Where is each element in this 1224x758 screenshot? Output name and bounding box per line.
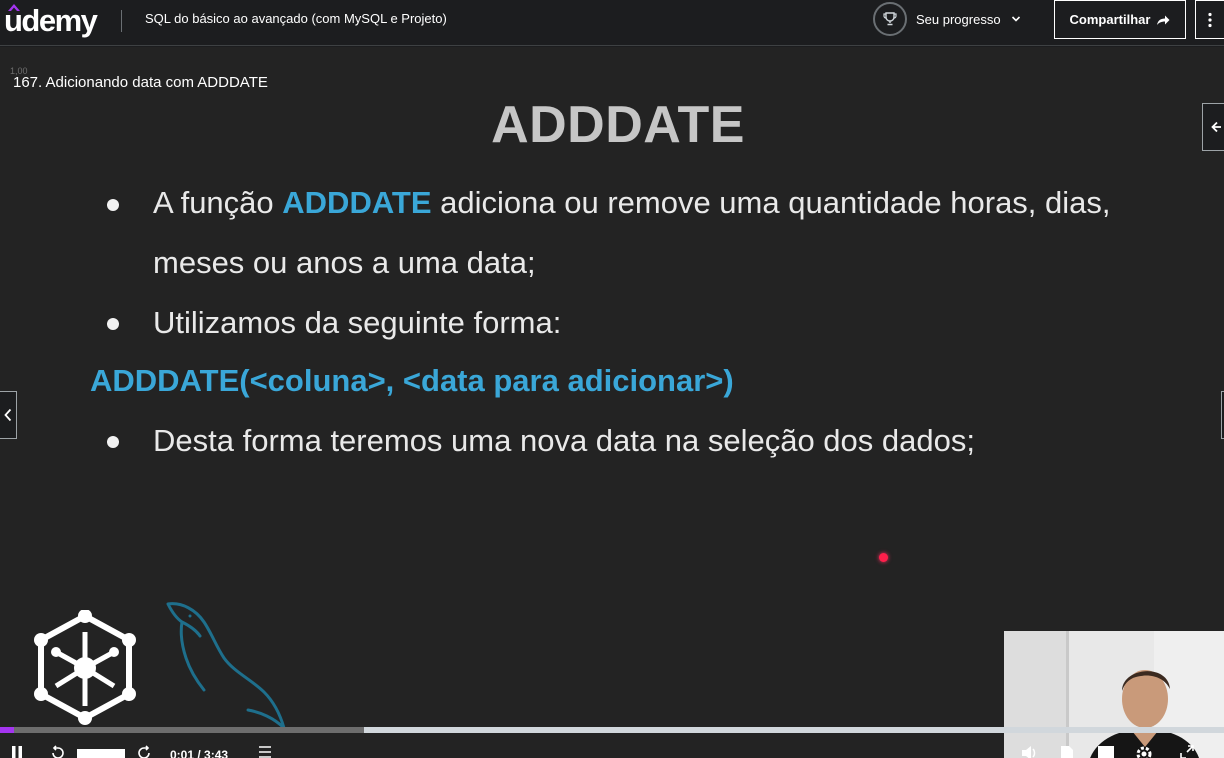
- forward-icon[interactable]: [136, 745, 152, 758]
- top-navigation-bar: udemy SQL do básico ao avançado (com MyS…: [0, 0, 1224, 46]
- mysql-dolphin-logo: [166, 602, 286, 730]
- course-content-toggle[interactable]: [1202, 103, 1224, 151]
- progress-played: [0, 727, 14, 733]
- bullet-dot: [107, 318, 119, 330]
- rewind-icon[interactable]: [50, 745, 66, 758]
- course-title[interactable]: SQL do básico ao avançado (com MySQL e P…: [145, 11, 447, 27]
- chevron-down-icon: [1011, 16, 1020, 22]
- share-arrow-icon: [1157, 15, 1170, 25]
- volume-icon[interactable]: [1021, 745, 1039, 758]
- slide-bullet-1: A função ADDDATE adiciona ou remove uma …: [153, 185, 1111, 221]
- more-options-button[interactable]: [1195, 0, 1224, 39]
- video-player[interactable]: 1,00 167. Adicionando data com ADDDATE A…: [0, 47, 1224, 758]
- play-pause-icon[interactable]: [11, 745, 23, 758]
- progress-buffered: [0, 727, 364, 733]
- bullet1-highlight: ADDDATE: [282, 185, 432, 220]
- time-display: 0:01 / 3:43: [170, 748, 229, 758]
- share-button[interactable]: Compartilhar: [1054, 0, 1186, 39]
- more-vertical-icon: [1208, 12, 1212, 27]
- udemy-logo[interactable]: udemy: [4, 4, 100, 38]
- notes-icon[interactable]: [258, 745, 272, 758]
- playback-rate-button[interactable]: [77, 749, 125, 758]
- slide-title: ADDDATE: [491, 96, 745, 154]
- video-progress-bar[interactable]: [0, 727, 1224, 733]
- lecture-title: 167. Adicionando data com ADDDATE: [13, 74, 268, 91]
- laser-pointer-dot: [879, 553, 888, 562]
- bullet-dot: [107, 436, 119, 448]
- bullet-dot: [107, 199, 119, 211]
- arrow-left-icon: [1210, 121, 1221, 133]
- logo-hat-icon: [8, 4, 20, 11]
- share-label: Compartilhar: [1069, 12, 1151, 27]
- captions-icon[interactable]: [1097, 745, 1115, 758]
- header-divider: [121, 10, 122, 32]
- player-controls: 0:01 / 3:43: [0, 737, 1224, 758]
- network-cube-logo: [34, 610, 136, 725]
- chevron-left-icon: [4, 408, 12, 422]
- slide-bullet-1-line-2: meses ou anos a uma data;: [153, 245, 536, 280]
- settings-icon[interactable]: [1135, 745, 1153, 758]
- progress-button[interactable]: Seu progresso: [873, 2, 1021, 36]
- trophy-icon: [873, 2, 907, 36]
- slide-bullet-2: Utilizamos da seguinte forma:: [153, 305, 562, 340]
- slide-bullet-3: Desta forma teremos uma nova data na sel…: [153, 423, 975, 458]
- slide-syntax: ADDDATE(<coluna>, <data para adicionar>): [90, 363, 734, 398]
- bullet1-prefix: A função: [153, 185, 283, 220]
- fullscreen-icon[interactable]: [1180, 745, 1194, 758]
- transcript-icon[interactable]: [1060, 745, 1074, 758]
- bullet1-suffix: adiciona ou remove uma quantidade horas,…: [431, 185, 1111, 220]
- previous-lecture-button[interactable]: [0, 391, 17, 439]
- progress-label: Seu progresso: [916, 11, 1001, 27]
